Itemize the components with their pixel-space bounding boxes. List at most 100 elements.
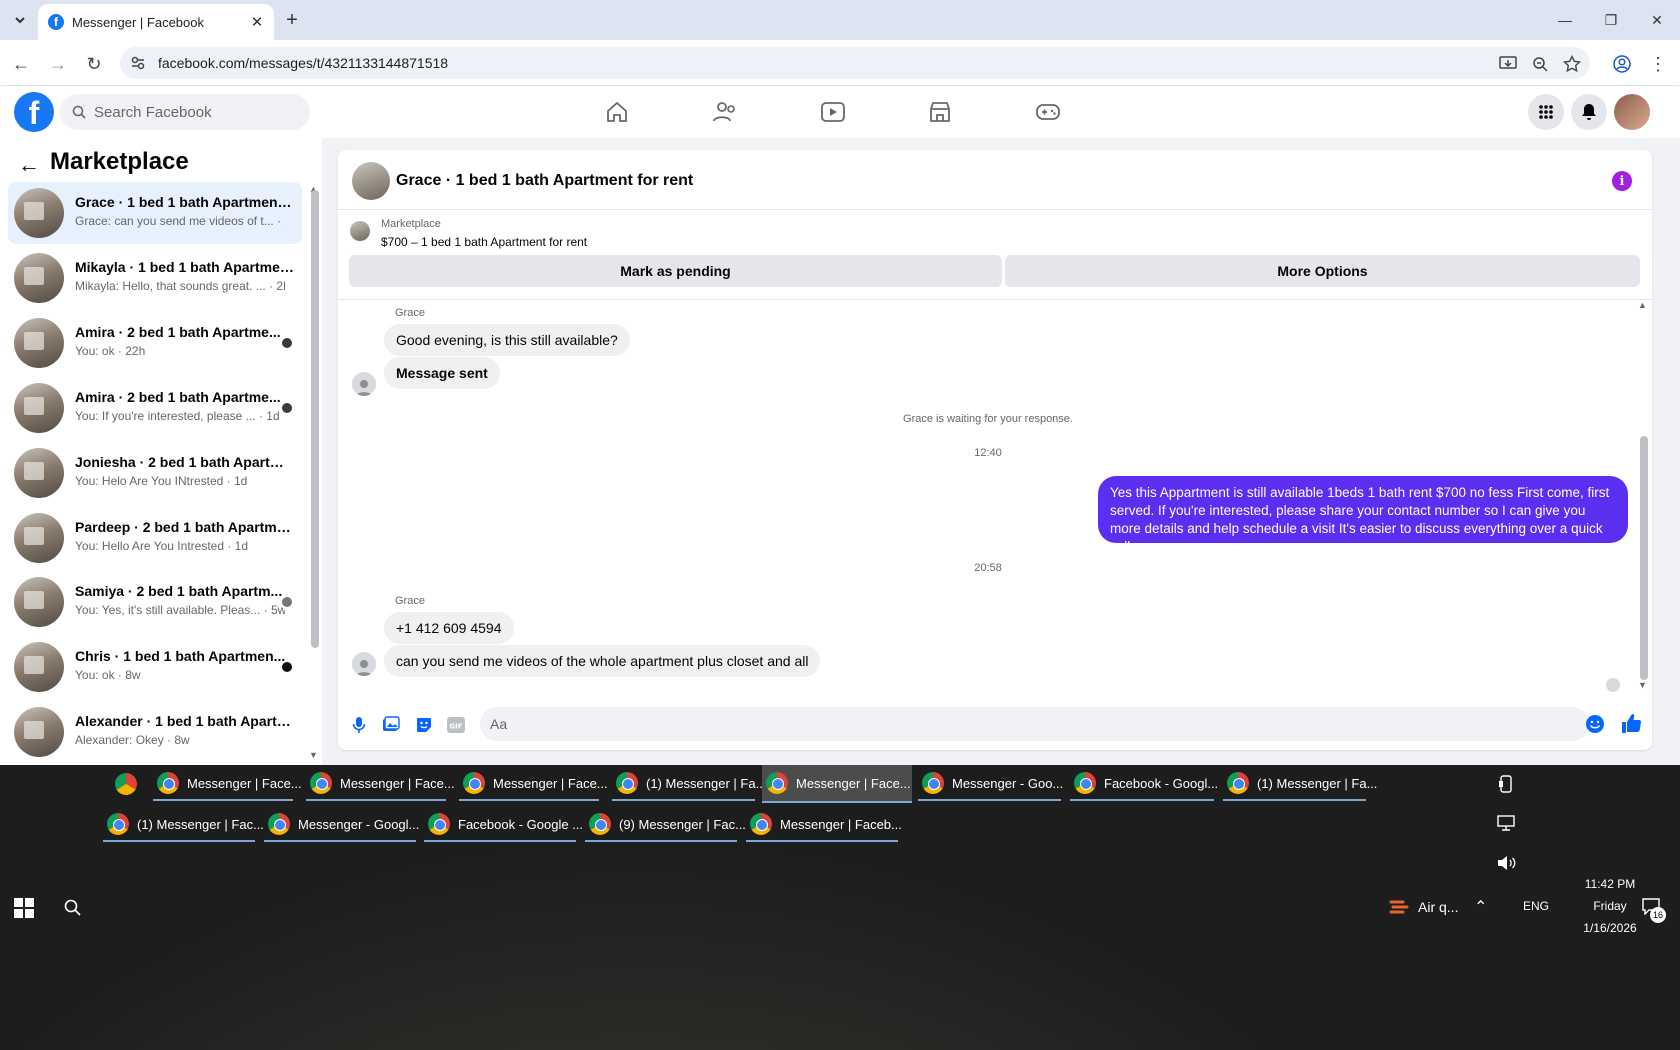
back-button[interactable]: ←: [8, 51, 34, 77]
read-receipt-avatar: [280, 336, 294, 350]
menu-grid-button[interactable]: [1528, 94, 1564, 130]
install-app-icon[interactable]: [1496, 52, 1520, 76]
incoming-message[interactable]: Message sent: [384, 357, 500, 389]
forward-button[interactable]: →: [45, 51, 71, 77]
taskbar-window[interactable]: Messenger | Face...: [153, 767, 302, 801]
minimize-button[interactable]: ―: [1542, 8, 1588, 32]
nav-marketplace-icon[interactable]: [920, 98, 960, 126]
menu-kebab-icon[interactable]: ⋮: [1646, 52, 1670, 76]
chevron-up-icon[interactable]: ⌃: [1474, 897, 1487, 917]
thumbs-up-icon[interactable]: [1620, 712, 1642, 734]
more-options-button[interactable]: More Options: [1005, 255, 1640, 287]
incoming-message[interactable]: Good evening, is this still available?: [384, 324, 630, 356]
incoming-message[interactable]: +1 412 609 4594: [384, 612, 514, 644]
clock-time[interactable]: 11:42 PM: [1560, 877, 1660, 891]
nav-video-icon[interactable]: [813, 98, 853, 126]
taskbar-window[interactable]: Messenger | Face...: [459, 767, 608, 801]
mark-as-pending-button[interactable]: Mark as pending: [349, 255, 1002, 287]
conversation-item[interactable]: Samiya · 2 bed 1 bath Apartm... You: Yes…: [8, 571, 302, 633]
grid-icon: [1539, 105, 1553, 119]
close-tab-icon[interactable]: ✕: [248, 13, 266, 31]
conversation-preview: You: Yes, it's still available. Pleas...…: [75, 603, 285, 617]
conversation-thumbnail: [14, 448, 64, 498]
conversation-item[interactable]: Amira · 2 bed 1 bath Apartme... You: If …: [8, 377, 302, 439]
chat-title[interactable]: Grace · 1 bed 1 bath Apartment for rent: [396, 172, 693, 190]
volume-icon[interactable]: [1497, 855, 1517, 871]
taskbar-window[interactable]: Messenger - Googl...: [264, 808, 419, 842]
facebook-search-input[interactable]: Search Facebook: [60, 94, 310, 130]
restore-button[interactable]: ❐: [1588, 8, 1634, 32]
taskbar-window[interactable]: (9) Messenger | Fac...: [585, 808, 746, 842]
chrome-taskbar-icon[interactable]: [110, 767, 142, 801]
taskbar-window[interactable]: Messenger | Face...: [306, 767, 455, 801]
gif-icon[interactable]: GIF: [445, 714, 467, 736]
taskbar-window[interactable]: (1) Messenger | Fac...: [103, 808, 264, 842]
conversation-item[interactable]: Grace · 1 bed 1 bath Apartment f... Grac…: [8, 182, 302, 244]
scroll-up-arrow-icon[interactable]: ▲: [1638, 300, 1647, 310]
chevron-down-icon: [15, 17, 25, 24]
reload-button[interactable]: ↻: [81, 51, 107, 77]
search-icon[interactable]: [63, 898, 81, 916]
emoji-icon[interactable]: [1584, 713, 1606, 735]
profile-icon[interactable]: [1610, 52, 1634, 76]
nav-home-icon[interactable]: [597, 98, 637, 126]
scroll-down-arrow-icon[interactable]: ▼: [1638, 680, 1647, 690]
air-quality-icon[interactable]: [1388, 896, 1410, 918]
taskbar-window[interactable]: Messenger - Goo...: [918, 767, 1063, 801]
taskbar-window[interactable]: Messenger | Faceb...: [746, 808, 902, 842]
conversation-item[interactable]: Pardeep · 2 bed 1 bath Apartme... You: H…: [8, 507, 302, 569]
seen-avatar: [1606, 678, 1620, 692]
chrome-icon: [750, 813, 772, 835]
conversation-item[interactable]: Joniesha · 2 bed 1 bath Apartme... You: …: [8, 442, 302, 504]
listing-description[interactable]: $700 – 1 bed 1 bath Apartment for rent: [381, 235, 587, 249]
notifications-button[interactable]: [1571, 94, 1607, 130]
conversation-item[interactable]: Amira · 2 bed 1 bath Apartme... You: ok …: [8, 312, 302, 374]
chat-avatar[interactable]: [352, 162, 390, 200]
taskbar-window[interactable]: (1) Messenger | Fa...: [1223, 767, 1377, 801]
site-settings-icon[interactable]: [130, 55, 146, 71]
chrome-icon: [1074, 772, 1096, 794]
sidebar-scrollbar[interactable]: [311, 190, 319, 648]
phone-link-icon[interactable]: [1498, 775, 1514, 793]
taskbar-window[interactable]: Facebook - Google ...: [424, 808, 583, 842]
nav-gaming-icon[interactable]: [1028, 98, 1068, 126]
scroll-down-arrow-icon[interactable]: ▼: [309, 750, 318, 760]
windows-start-icon[interactable]: [14, 898, 34, 918]
outgoing-message[interactable]: Yes this Appartment is still available 1…: [1098, 476, 1628, 554]
conversation-item[interactable]: Chris · 1 bed 1 bath Apartmen... You: ok…: [8, 636, 302, 698]
chrome-icon: [463, 772, 485, 794]
language-indicator[interactable]: ENG: [1523, 899, 1549, 913]
zoom-icon[interactable]: [1528, 52, 1552, 76]
chrome-icon: [922, 772, 944, 794]
divider: [338, 209, 1652, 210]
new-tab-button[interactable]: +: [280, 8, 304, 32]
tab-search-button[interactable]: [8, 8, 32, 32]
taskbar-window-title: (9) Messenger | Fac...: [619, 816, 746, 832]
facebook-logo-icon[interactable]: f: [14, 92, 54, 132]
network-icon[interactable]: [1497, 815, 1515, 831]
message-input[interactable]: Aa: [480, 707, 1590, 741]
back-arrow-icon[interactable]: ←: [18, 152, 40, 178]
conversation-item[interactable]: Mikayla · 1 bed 1 bath Apartmen... Mikay…: [8, 247, 302, 309]
bookmark-star-icon[interactable]: [1560, 52, 1584, 76]
listing-thumbnail[interactable]: [350, 221, 370, 241]
taskbar-window-active[interactable]: Messenger | Face...: [762, 765, 912, 803]
incoming-message[interactable]: can you send me videos of the whole apar…: [384, 645, 821, 677]
air-quality-label[interactable]: Air q...: [1418, 899, 1458, 915]
taskbar-window[interactable]: Facebook - Googl...: [1070, 767, 1218, 801]
sticker-icon[interactable]: [413, 714, 435, 736]
nav-friends-icon[interactable]: [705, 98, 745, 126]
message-sender: Grace: [395, 595, 425, 607]
close-window-button[interactable]: ✕: [1634, 8, 1680, 32]
address-bar[interactable]: facebook.com/messages/t/4321133144871518: [120, 47, 1590, 79]
browser-tab-active[interactable]: f Messenger | Facebook ✕: [38, 4, 274, 40]
photo-icon[interactable]: [380, 714, 402, 736]
taskbar-window[interactable]: (1) Messenger | Fa...: [612, 767, 766, 801]
chat-scrollbar[interactable]: [1640, 436, 1648, 680]
person-icon: [356, 660, 372, 676]
info-icon[interactable]: i: [1612, 171, 1632, 191]
conversation-item[interactable]: Alexander · 1 bed 1 bath Apartm... Alexa…: [8, 701, 302, 763]
account-avatar[interactable]: [1614, 94, 1650, 130]
microphone-icon[interactable]: [348, 714, 370, 736]
clock-date[interactable]: 1/16/2026: [1560, 921, 1660, 935]
